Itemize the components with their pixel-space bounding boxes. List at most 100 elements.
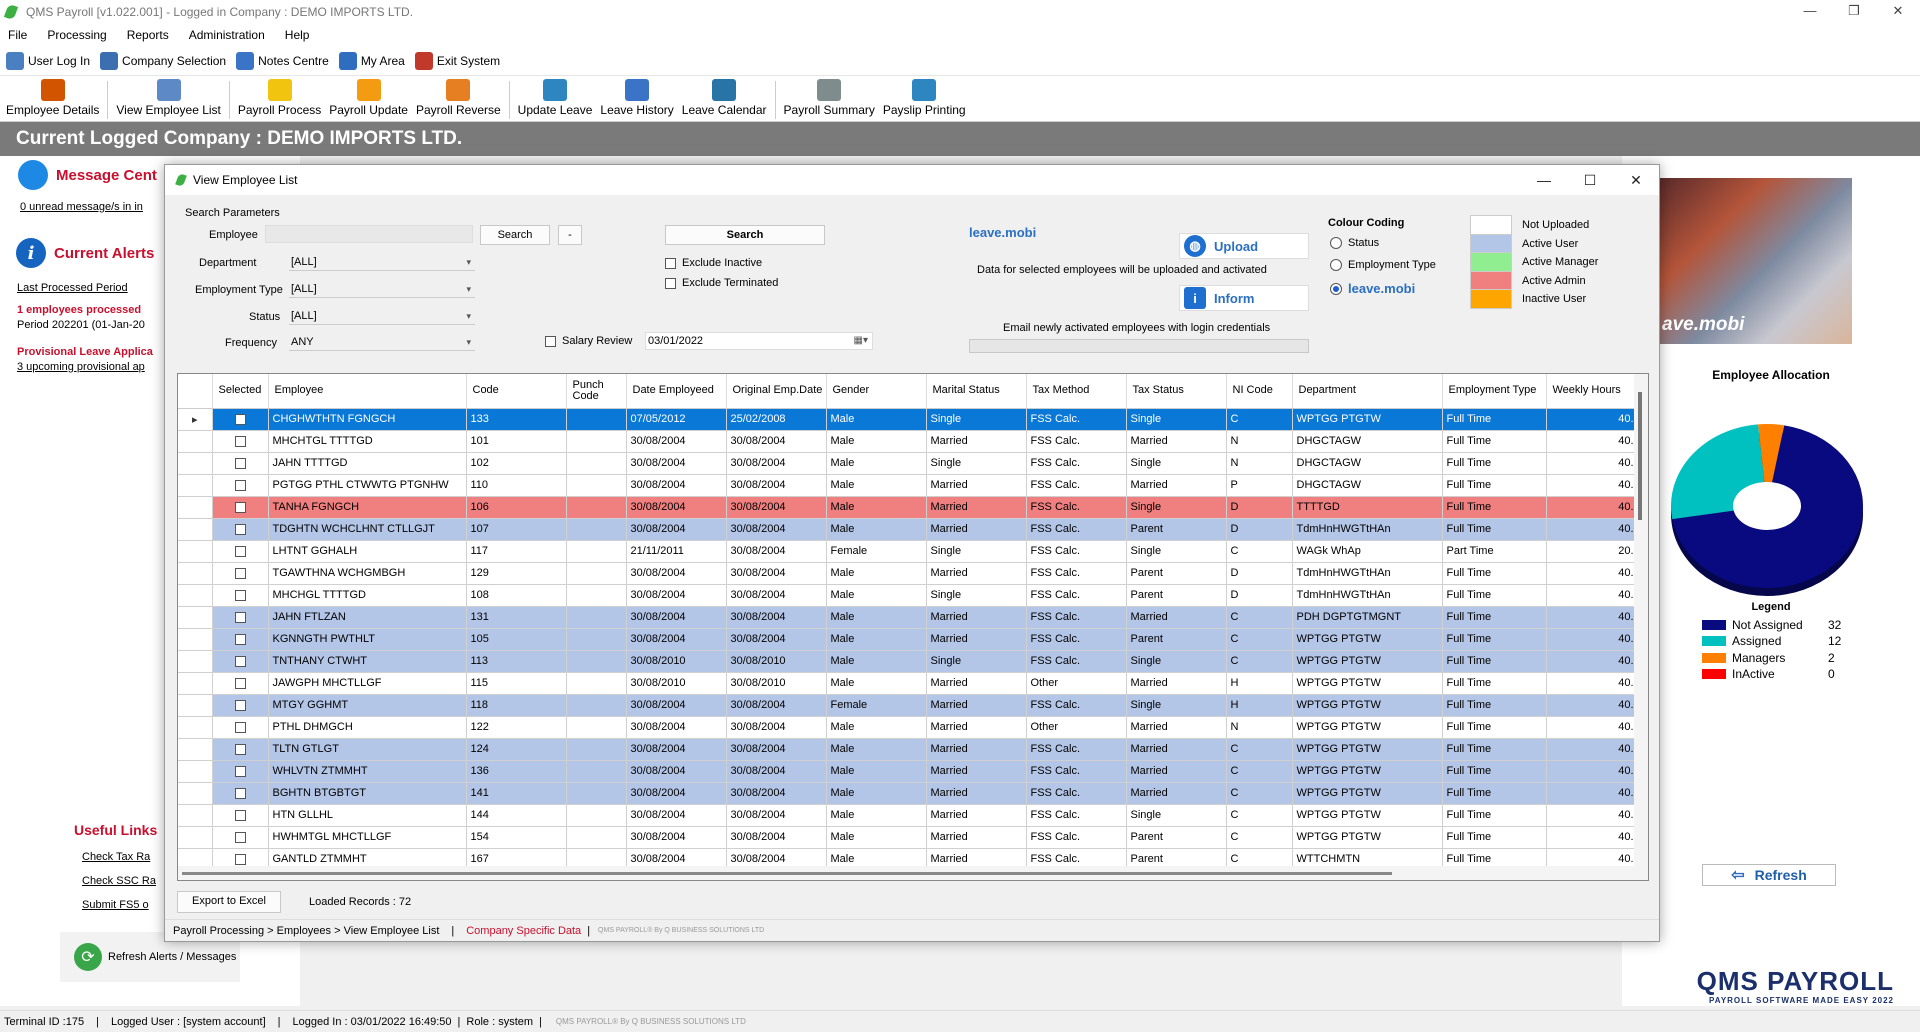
table-row[interactable]: TDGHTN WCHCLHNT CTLLGJT 107 30/08/2004 30/0… — [178, 518, 1637, 541]
leave-history-button[interactable]: Leave History — [600, 79, 674, 121]
cell-original-emp-date[interactable]: 30/08/2004 — [726, 474, 827, 497]
cell-tax-method[interactable]: FSS Calc. — [1026, 606, 1127, 629]
row-header[interactable] — [178, 452, 213, 475]
cell-department[interactable]: DHGCTAGW — [1292, 474, 1443, 497]
grid-vertical-scrollbar[interactable] — [1634, 374, 1648, 880]
cell-ni-code[interactable]: D — [1226, 496, 1293, 519]
cell-department[interactable]: WPTGG PTGTW — [1292, 804, 1443, 827]
leave-calendar-button[interactable]: Leave Calendar — [682, 79, 767, 121]
row-header[interactable] — [178, 584, 213, 607]
cell-punch-code[interactable] — [566, 826, 627, 849]
cell-original-emp-date[interactable]: 30/08/2004 — [726, 760, 827, 783]
cell-original-emp-date[interactable]: 30/08/2004 — [726, 518, 827, 541]
cell-marital-status[interactable]: Married — [926, 628, 1027, 651]
cell-tax-status[interactable]: Single — [1126, 452, 1227, 475]
cell-department[interactable]: WPTGG PTGTW — [1292, 694, 1443, 717]
cell-marital-status[interactable]: Married — [926, 694, 1027, 717]
unread-messages-link[interactable]: 0 unread message/s in in — [20, 201, 143, 213]
row-header[interactable] — [178, 738, 213, 761]
cell-employment-type[interactable]: Full Time — [1442, 782, 1547, 805]
column-header-punch-code[interactable]: Punch Code — [566, 374, 627, 409]
row-select-checkbox[interactable] — [234, 809, 246, 821]
cell-ni-code[interactable]: C — [1226, 408, 1293, 431]
cell-employment-type[interactable]: Full Time — [1442, 650, 1547, 673]
column-header-employee[interactable]: Employee — [268, 374, 467, 409]
grid-horizontal-scrollbar[interactable] — [178, 866, 1648, 880]
row-header[interactable] — [178, 606, 213, 629]
cell-ni-code[interactable]: D — [1226, 518, 1293, 541]
cell-marital-status[interactable]: Single — [926, 452, 1027, 475]
cell-weekly-hours[interactable]: 40. — [1546, 826, 1637, 849]
cell-original-emp-date[interactable]: 30/08/2004 — [726, 562, 827, 585]
cell-code[interactable]: 124 — [466, 738, 567, 761]
table-row[interactable]: PTHL DHMGCH 122 30/08/2004 30/08/2004 Male Ma… — [178, 716, 1637, 739]
cell-ni-code[interactable]: C — [1226, 628, 1293, 651]
row-select-checkbox[interactable] — [234, 743, 246, 755]
table-row[interactable]: LHTNT GGHALH 117 21/11/2011 30/08/2004 Femal… — [178, 540, 1637, 563]
row-header[interactable] — [178, 826, 213, 849]
check-tax-rates-link[interactable]: Check Tax Ra — [82, 851, 150, 863]
exclude-terminated-checkbox[interactable]: Exclude Terminated — [665, 277, 778, 289]
salary-review-checkbox[interactable]: Salary Review — [545, 335, 632, 347]
cell-ni-code[interactable]: C — [1226, 738, 1293, 761]
table-row[interactable]: MHCHTGL TTTTGD 101 30/08/2004 30/08/2004 Mal… — [178, 430, 1637, 453]
cell-code[interactable]: 106 — [466, 496, 567, 519]
cell-tax-method[interactable]: FSS Calc. — [1026, 540, 1127, 563]
cell-gender[interactable]: Male — [826, 430, 927, 453]
cell-marital-status[interactable]: Married — [926, 562, 1027, 585]
cell-employee[interactable]: LHTNT GGHALH — [268, 540, 467, 563]
cell-date-employeed[interactable]: 30/08/2004 — [626, 606, 727, 629]
cell-date-employeed[interactable]: 30/08/2004 — [626, 694, 727, 717]
minimize-button[interactable]: — — [1788, 0, 1832, 24]
cell-department[interactable]: TTTTGD — [1292, 496, 1443, 519]
search-button[interactable]: Search — [665, 225, 825, 245]
cell-ni-code[interactable]: C — [1226, 540, 1293, 563]
cell-weekly-hours[interactable]: 40. — [1546, 650, 1637, 673]
row-header[interactable] — [178, 518, 213, 541]
cell-code[interactable]: 118 — [466, 694, 567, 717]
cell-gender[interactable]: Male — [826, 782, 927, 805]
cell-employment-type[interactable]: Full Time — [1442, 826, 1547, 849]
cell-marital-status[interactable]: Married — [926, 474, 1027, 497]
cell-punch-code[interactable] — [566, 584, 627, 607]
cell-tax-status[interactable]: Single — [1126, 408, 1227, 431]
cell-employee[interactable]: CHGHWTHTN FGNGCH — [268, 408, 467, 431]
column-header-weekly-hours[interactable]: Weekly Hours — [1546, 374, 1637, 409]
column-header-original-emp-date[interactable]: Original Emp.Date — [726, 374, 827, 409]
cell-weekly-hours[interactable]: 40. — [1546, 474, 1637, 497]
cell-employee[interactable]: PTHL DHMGCH — [268, 716, 467, 739]
cell-code[interactable]: 108 — [466, 584, 567, 607]
cell-original-emp-date[interactable]: 30/08/2004 — [726, 782, 827, 805]
cell-original-emp-date[interactable]: 30/08/2004 — [726, 540, 827, 563]
payslip-printing-button[interactable]: Payslip Printing — [883, 79, 966, 121]
selected-cell[interactable] — [212, 562, 269, 585]
cell-date-employeed[interactable]: 21/11/2011 — [626, 540, 727, 563]
upcoming-provisional-link[interactable]: 3 upcoming provisional ap — [17, 361, 145, 373]
cell-marital-status[interactable]: Single — [926, 540, 1027, 563]
cell-ni-code[interactable]: C — [1226, 826, 1293, 849]
cell-tax-status[interactable]: Married — [1126, 430, 1227, 453]
cell-employee[interactable]: MHCHGL TTTTGD — [268, 584, 467, 607]
payroll-update-button[interactable]: Payroll Update — [329, 79, 408, 121]
row-select-checkbox[interactable] — [234, 765, 246, 777]
cell-tax-status[interactable]: Parent — [1126, 826, 1227, 849]
cell-employee[interactable]: HTN GLLHL — [268, 804, 467, 827]
cell-weekly-hours[interactable]: 40. — [1546, 496, 1637, 519]
selected-cell[interactable] — [212, 760, 269, 783]
cell-department[interactable]: TdmHnHWGTtHAn — [1292, 518, 1443, 541]
colour-coding-employment-type-radio[interactable]: Employment Type — [1330, 259, 1436, 271]
cell-tax-status[interactable]: Single — [1126, 804, 1227, 827]
cell-employment-type[interactable]: Full Time — [1442, 518, 1547, 541]
menu-reports[interactable]: Reports — [127, 28, 169, 42]
cell-employment-type[interactable]: Full Time — [1442, 738, 1547, 761]
table-row[interactable]: BGHTN BTGBTGT 141 30/08/2004 30/08/2004 Male… — [178, 782, 1637, 805]
cell-date-employeed[interactable]: 30/08/2004 — [626, 562, 727, 585]
cell-department[interactable]: PDH DGPTGTMGNT — [1292, 606, 1443, 629]
table-row[interactable]: KGNNGTH PWTHLT 105 30/08/2004 30/08/2004 Mal… — [178, 628, 1637, 651]
cell-tax-status[interactable]: Single — [1126, 496, 1227, 519]
cell-department[interactable]: DHGCTAGW — [1292, 452, 1443, 475]
cell-employee[interactable]: HWHMTGL MHCTLLGF — [268, 826, 467, 849]
cell-gender[interactable]: Male — [826, 562, 927, 585]
cell-employment-type[interactable]: Full Time — [1442, 672, 1547, 695]
cell-date-employeed[interactable]: 30/08/2004 — [626, 496, 727, 519]
